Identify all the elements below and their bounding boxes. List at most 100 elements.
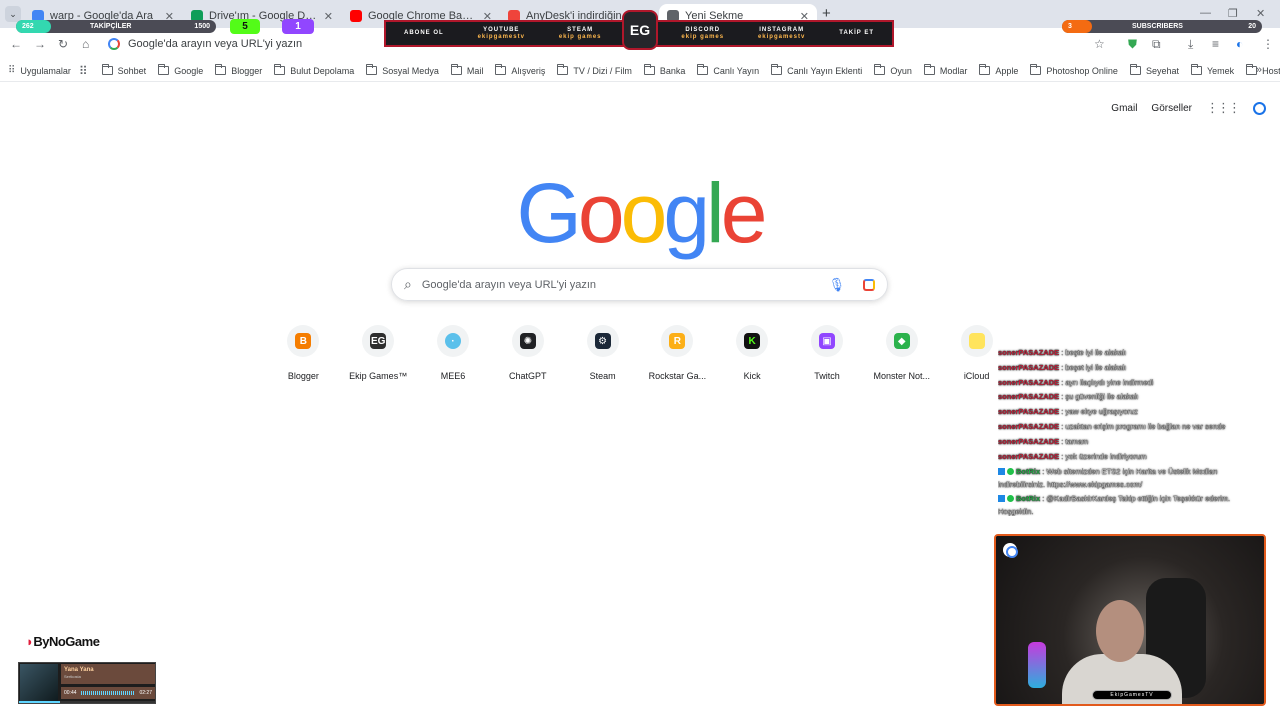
reading-list-icon[interactable]: ≡: [1212, 37, 1219, 51]
shortcut-tile[interactable]: ✺ ChatGPT: [490, 325, 565, 381]
logo-letter: l: [706, 166, 725, 260]
minimize-icon[interactable]: —: [1200, 7, 1211, 19]
close-tab-icon[interactable]: ✕: [324, 10, 333, 23]
google-labs-icon[interactable]: [1253, 101, 1266, 115]
shortcut-tile[interactable]: ⚙ Steam: [565, 325, 640, 381]
chat-message: BotRix : Web sitemizden ETS2 için Harita…: [998, 465, 1254, 491]
google-lens-icon[interactable]: [863, 278, 875, 291]
close-window-icon[interactable]: ✕: [1256, 7, 1265, 20]
shortcut-tile[interactable]: B Blogger: [266, 325, 341, 381]
google-search-box[interactable]: ⌕ Google'da arayın veya URL'yi yazın 🎙: [391, 268, 888, 301]
banner-line-2: ekipgamestv: [757, 33, 806, 40]
kick-count: 5: [242, 21, 248, 32]
banner-line-1: STEAM: [567, 26, 594, 33]
kick-viewers-badge: 5: [230, 19, 260, 34]
bookmark-item[interactable]: Mail: [450, 64, 484, 76]
bookmarks-overflow-icon[interactable]: »: [1256, 64, 1262, 76]
bookmark-label: Alışveriş: [511, 65, 546, 76]
shortcut-icon-circle: [960, 325, 993, 357]
chat-message: sonerPASAZADE : yok üzerinde indiriyorum: [998, 450, 1254, 465]
apps-grid-icon[interactable]: ⠿: [79, 64, 88, 78]
tab-search-chevron-icon[interactable]: ⌄: [5, 6, 21, 22]
logo-letter: g: [663, 166, 710, 260]
bookmark-label: Apple: [995, 65, 1019, 76]
home-icon[interactable]: ⌂: [82, 37, 89, 51]
bookmark-item[interactable]: Sosyal Medya: [366, 64, 439, 76]
menu-kebab-icon[interactable]: ⋮: [1262, 37, 1274, 51]
banner-item: ABONE OL: [404, 30, 444, 37]
folder-icon: [1129, 64, 1141, 75]
logo-letter: o: [620, 166, 668, 260]
song-title: Yana Yana: [64, 667, 94, 673]
google-apps-icon[interactable]: ⋮⋮⋮: [1206, 100, 1241, 116]
bookmark-star-icon[interactable]: ☆: [1094, 37, 1105, 51]
ekip-games-icon: EG: [370, 333, 387, 349]
logo-letter: G: [516, 166, 582, 260]
bookmark-item[interactable]: Sohbet: [101, 64, 147, 76]
bookmark-item[interactable]: Google: [158, 64, 203, 76]
maximize-icon[interactable]: ❐: [1228, 7, 1238, 20]
bookmark-label: Mail: [466, 65, 484, 76]
shortcut-icon-circle: EG: [362, 325, 395, 357]
banner-line-1: ABONE OL: [404, 30, 444, 36]
shortcut-tile[interactable]: EG Ekip Games™: [341, 325, 416, 381]
shortcut-label: ChatGPT: [509, 371, 547, 381]
shortcut-tile[interactable]: · MEE6: [416, 325, 491, 381]
bookmark-item[interactable]: Banka: [643, 64, 685, 76]
cam-label: EkipGamesTV: [1092, 690, 1172, 700]
bookmark-item[interactable]: Apple: [979, 64, 1019, 76]
now-playing-widget: Yana Yana Sertkosta 00:44 02:27: [18, 662, 156, 704]
subscriber-goal: 20: [1248, 23, 1256, 30]
shortcut-icon-circle: K: [736, 325, 769, 357]
folder-icon: [923, 64, 935, 75]
download-icon[interactable]: ⤓: [1188, 37, 1193, 51]
folder-icon: [495, 64, 507, 75]
shield-extension-icon[interactable]: ⛊: [1128, 37, 1137, 51]
profile-icon[interactable]: ◐: [1236, 37, 1243, 51]
bookmark-item[interactable]: Yemek: [1190, 64, 1234, 76]
subscriber-goal-bar: 3 SUBSCRIBERS 20: [1062, 20, 1262, 33]
rgb-lamp: [1028, 642, 1046, 688]
forward-icon[interactable]: →: [34, 37, 46, 51]
shortcut-tile[interactable]: R Rockstar Ga...: [640, 325, 715, 381]
shortcut-label: Twitch: [814, 371, 840, 381]
back-icon[interactable]: ←: [10, 37, 22, 51]
shortcut-label: Rockstar Ga...: [648, 371, 707, 381]
gmail-link[interactable]: Gmail: [1111, 103, 1137, 114]
chat-message: sonerPASAZADE : şu güvenliği ile alakalı: [998, 390, 1254, 405]
search-icon: ⌕: [404, 276, 412, 292]
bookmark-item[interactable]: Canlı Yayın: [697, 64, 759, 76]
images-link[interactable]: Görseller: [1151, 103, 1192, 114]
shortcut-label: Steam: [589, 371, 616, 381]
bookmark-item[interactable]: Blogger: [215, 64, 262, 76]
shortcut-tile[interactable]: K Kick: [715, 325, 790, 381]
shortcut-icon-circle: B: [287, 325, 320, 357]
bookmark-item[interactable]: ⠿ Uygulamalar: [8, 65, 71, 76]
banner-line-2: ekip games: [681, 33, 725, 40]
bookmark-item[interactable]: Modlar: [923, 64, 967, 76]
bookmark-item[interactable]: Hosting: [1246, 64, 1280, 76]
search-input[interactable]: Google'da arayın veya URL'yi yazın: [422, 279, 819, 291]
shortcut-tile[interactable]: ▣ Twitch: [790, 325, 865, 381]
microphone-icon[interactable]: 🎙: [828, 277, 845, 293]
bookmark-item[interactable]: Photoshop Online: [1030, 64, 1118, 76]
follower-goal-bar: 262 TAKİPÇİLER 1500: [16, 20, 216, 33]
bookmark-item[interactable]: TV / Dizi / Film: [557, 64, 632, 76]
bookmark-item[interactable]: Oyun: [874, 64, 912, 76]
bookmark-label: Sohbet: [117, 65, 147, 76]
reload-icon[interactable]: ↻: [58, 37, 68, 51]
bookmark-item[interactable]: Canlı Yayın Eklenti: [771, 64, 862, 76]
song-artist: Sertkosta: [64, 674, 81, 679]
bookmark-item[interactable]: Seyehat: [1129, 64, 1179, 76]
bookmark-item[interactable]: Bulut Depolama: [274, 64, 354, 76]
chatgpt-icon: ✺: [519, 333, 536, 349]
shortcut-label: iCloud: [963, 371, 990, 381]
song-total: 02:27: [139, 690, 152, 696]
shortcut-tile[interactable]: ◆ Monster Not...: [864, 325, 939, 381]
google-logo: Google: [0, 168, 1280, 258]
google-top-links: Gmail Görseller ⋮⋮⋮: [1111, 100, 1266, 116]
extensions-icon[interactable]: ⧉: [1152, 37, 1161, 51]
banner-line-1: TAKİP ET: [839, 30, 874, 36]
bookmark-item[interactable]: Alışveriş: [495, 64, 546, 76]
ekip-games-logo: EG: [622, 10, 658, 50]
